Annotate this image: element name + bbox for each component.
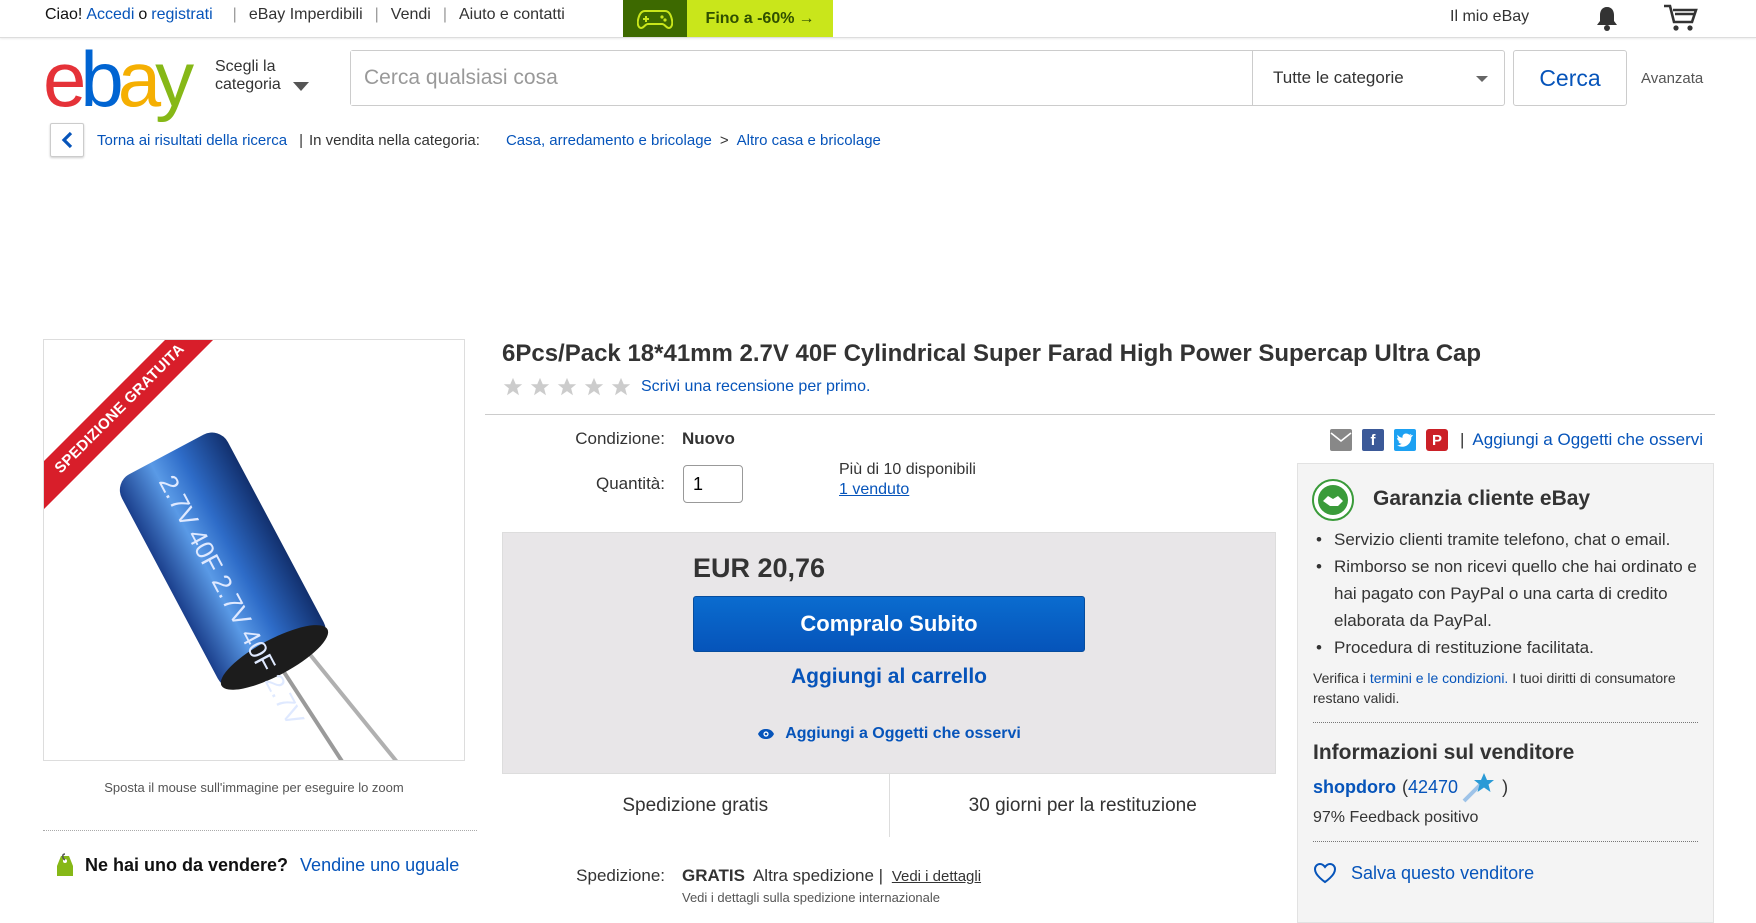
shooting-star-icon [1462,773,1495,803]
bell-icon[interactable] [1592,4,1622,32]
global-nav: Ciao! Accedi o registrati | eBay Imperdi… [45,6,565,24]
register-link[interactable]: registrati [151,6,212,24]
shipping-free: GRATIS [682,866,745,885]
pinterest-icon[interactable]: P [1426,429,1448,451]
star-icon [557,377,577,396]
tag-icon [57,853,73,876]
star-icon [503,377,523,396]
sell-link[interactable]: Vendi [391,6,431,24]
item-title: 6Pcs/Pack 18*41mm 2.7V 40F Cylindrical S… [502,340,1482,367]
category-select[interactable]: Tutte le categorie [1252,51,1504,105]
write-review-link[interactable]: Scrivi una recensione per primo. [641,378,870,396]
twitter-icon[interactable] [1394,429,1416,451]
cart-icon[interactable] [1662,2,1698,32]
list-item: Rimborso se non ricevi quello che hai or… [1316,553,1701,634]
email-icon[interactable] [1330,429,1352,451]
search-button[interactable]: Cerca [1513,50,1627,106]
search-input[interactable] [351,51,1252,105]
zoom-hint: Sposta il mouse sull'immagine per esegui… [104,780,404,795]
shipping-method: Altra spedizione [752,866,874,885]
guarantee-title: Garanzia cliente eBay [1373,487,1591,510]
returns-badge: 30 giorni per la restituzione [968,794,1197,816]
save-seller-link[interactable]: Salva questo venditore [1313,862,1534,884]
free-shipping-badge: Spedizione gratis [502,774,890,837]
seller-info-title: Informazioni sul venditore [1313,741,1575,764]
quantity-label: Quantità: [596,474,665,493]
seller-name-link[interactable]: shopdoro [1313,777,1396,798]
in-category-text: In vendita nella categoria: [308,131,480,149]
guarantee-panel: Garanzia cliente eBay Servizio clienti t… [1297,463,1714,923]
my-ebay-link[interactable]: Il mio eBay [1450,8,1580,26]
terms-link[interactable]: termini e le condizioni. [1370,670,1509,686]
sold-link[interactable]: 1 venduto [839,481,909,498]
rating-row: Scrivi una recensione per primo. [502,376,870,398]
category-label-1: Scegli la [215,58,276,75]
add-to-watchlist-link[interactable]: Aggiungi a Oggetti che osservi [693,725,1085,743]
list-item: Procedura di restituzione facilitata. [1316,634,1701,661]
chevron-down-icon [1476,76,1488,82]
buy-box: EUR 20,76 Compralo Subito Aggiungi al ca… [502,532,1276,837]
sell-question: Ne hai uno da vendere? [85,854,289,875]
breadcrumb-category-1[interactable]: Casa, arredamento e bricolage [506,132,712,149]
signin-link[interactable]: Accedi [86,6,134,24]
sell-similar-link[interactable]: Vendine uno uguale [300,855,459,876]
gamepad-icon [623,0,687,37]
guarantee-list: Servizio clienti tramite telefono, chat … [1316,526,1701,661]
product-image[interactable]: 2.7V 40F 2.7V 40F 2.7V SPEDIZIONE GRATUI… [43,339,465,761]
advanced-search-link[interactable]: Avanzata [1641,70,1703,87]
or-text: o [138,6,148,23]
breadcrumb-category-2[interactable]: Altro casa e bricolage [737,132,881,149]
ebay-logo[interactable]: ebay [43,40,208,118]
condition-value: Nuovo [682,429,735,448]
positive-feedback: 97% Feedback positivo [1313,809,1479,826]
promo-banner[interactable]: Fino a -60% → [623,0,833,37]
deals-link[interactable]: eBay Imperdibili [249,6,363,24]
star-icon [611,377,631,396]
back-to-results-link[interactable]: Torna ai risultati della ricerca [97,132,287,149]
search-bar: Tutte le categorie [350,50,1505,106]
add-to-cart-link[interactable]: Aggiungi al carrello [693,665,1085,689]
watchlist-link[interactable]: Aggiungi a Oggetti che osservi [1472,430,1703,450]
breadcrumb: Torna ai risultati della ricerca | In ve… [50,122,881,158]
shipping-value: GRATIS Altra spedizione | Vedi i dettagli [682,866,982,885]
star-icon [584,377,604,396]
shipping-details-link[interactable]: Vedi i dettagli [892,868,981,885]
feedback-score-link[interactable]: 42470 [1408,777,1458,798]
help-link[interactable]: Aiuto e contatti [459,6,565,24]
terms-note: Verifica i termini e le condizioni. I tu… [1313,670,1676,706]
condition-label: Condizione: [575,429,665,448]
available-text: Più di 10 disponibili [839,461,976,478]
buy-now-button[interactable]: Compralo Subito [693,596,1085,652]
arrow-right-icon: → [798,9,815,27]
share-row: f P | Aggiungi a Oggetti che osservi [1330,429,1703,451]
seller-row: shopdoro ( 42470 ) [1313,771,1508,803]
facebook-icon[interactable]: f [1362,429,1384,451]
back-button[interactable] [50,123,84,157]
free-shipping-ribbon: SPEDIZIONE GRATUITA [44,340,239,528]
shipping-label: Spedizione: [576,866,665,885]
sell-one-like-this: Ne hai uno da vendere? Vendine uno ugual… [55,852,459,878]
promo-text: Fino a -60% [705,9,795,27]
eye-icon [758,729,775,739]
greeting: Ciao! [45,6,83,23]
caret-down-icon [293,82,309,91]
guarantee-handshake-icon [1312,479,1354,521]
star-icon [530,377,550,396]
global-header: Ciao! Accedi o registrati | eBay Imperdi… [0,0,1756,38]
availability: Più di 10 disponibili 1 venduto [839,460,976,500]
price: EUR 20,76 [693,553,826,583]
category-button[interactable]: Scegli la categoria [215,58,315,94]
chevron-left-icon [61,131,73,149]
heart-icon [1313,862,1337,884]
list-item: Servizio clienti tramite telefono, chat … [1316,526,1701,553]
intl-shipping-text: Vedi i dettagli sulla spedizione interna… [682,890,941,905]
quantity-input[interactable] [683,465,743,503]
